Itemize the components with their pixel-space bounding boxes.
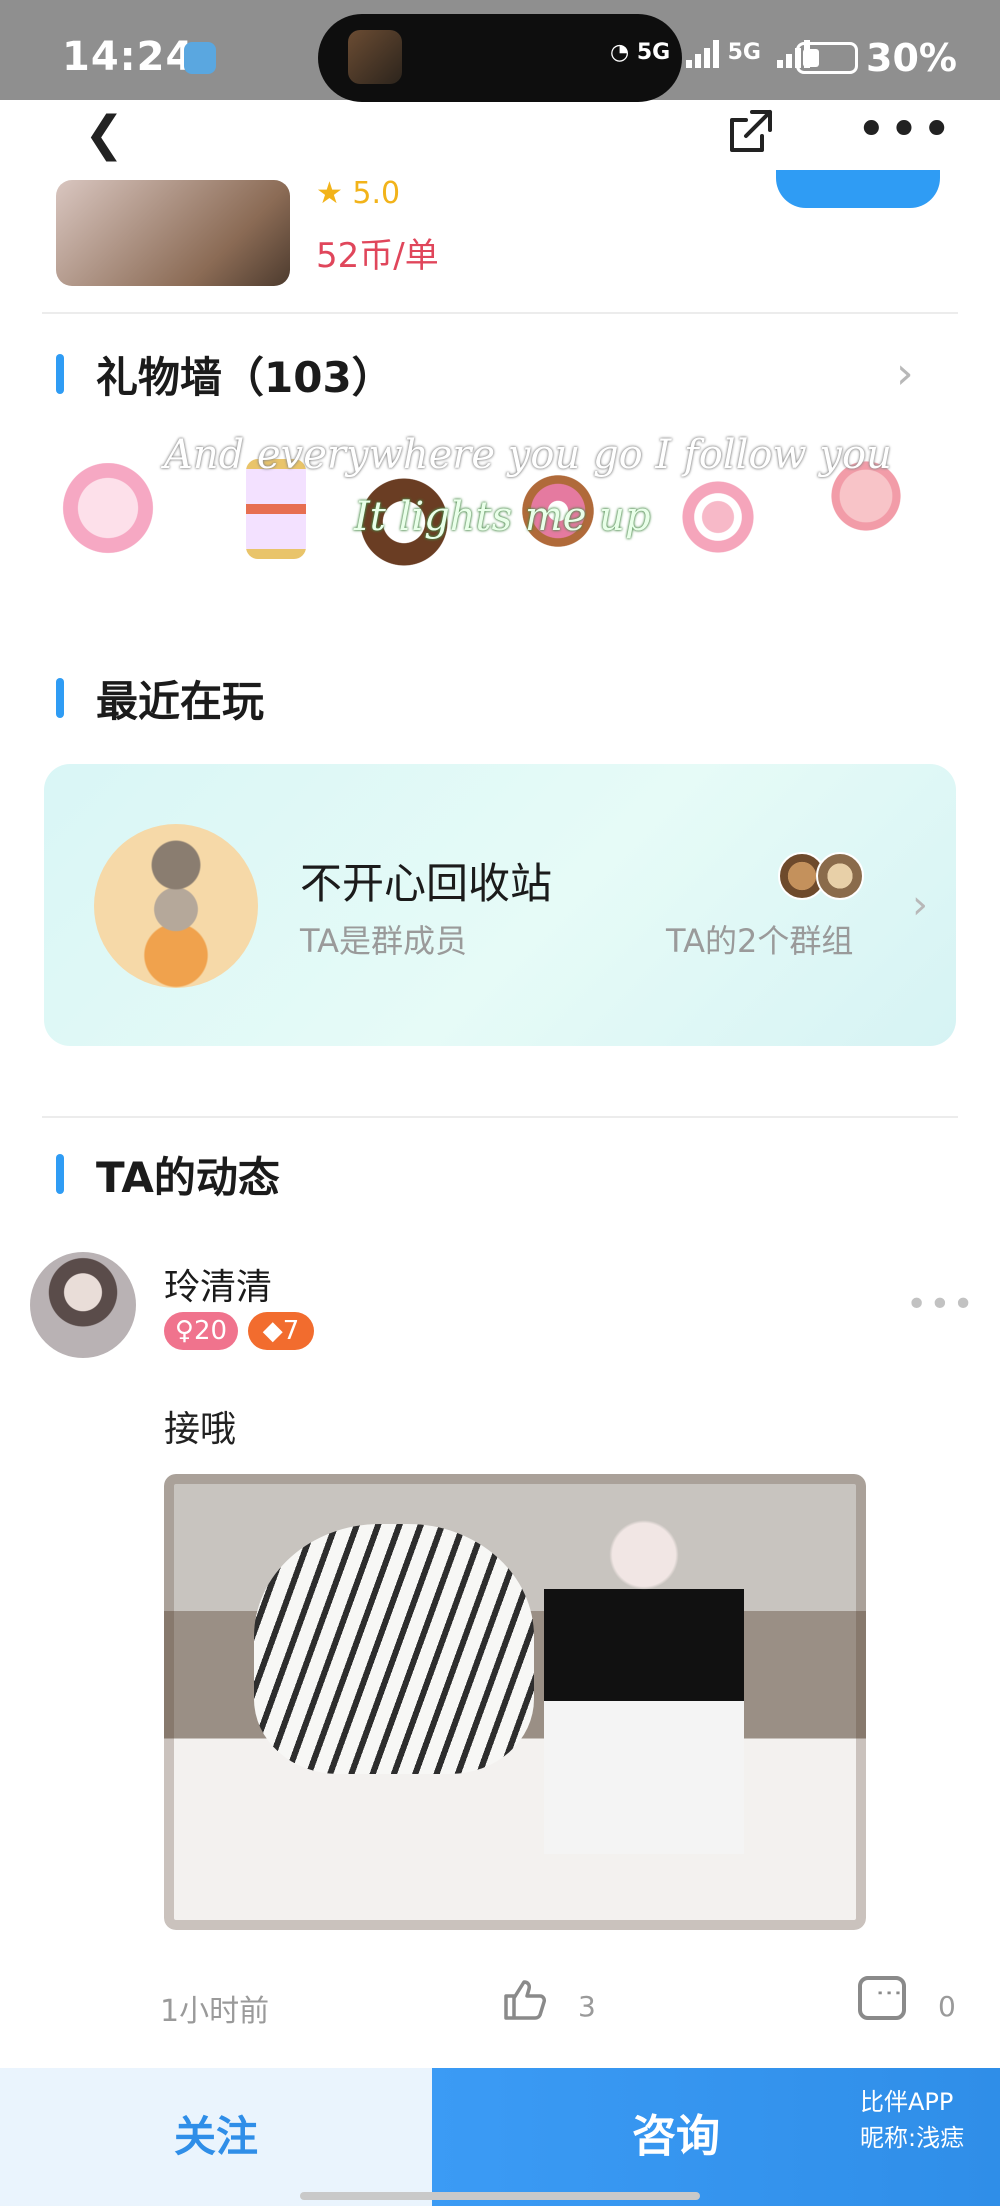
service-rating: ★ 5.0 <box>316 176 401 211</box>
group-role: TA是群成员 <box>300 922 467 960</box>
groups-count: TA的2个群组 <box>666 922 854 960</box>
author-name[interactable]: 玲清清 <box>164 1258 272 1310</box>
status-bar: 14:24 ◔ 5G 5G 30% <box>0 0 1000 102</box>
chevron-right-icon[interactable]: › <box>912 882 928 928</box>
divider <box>42 312 958 314</box>
author-avatar[interactable] <box>30 1252 136 1358</box>
live-activity-thumbnail <box>348 30 402 84</box>
watermark-nickname: 昵称:浅痣 <box>860 2124 965 2152</box>
gender-age-badge: ♀20 <box>164 1312 238 1350</box>
like-count: 3 <box>578 1990 596 2023</box>
chevron-right-icon[interactable]: › <box>896 348 914 399</box>
service-thumbnail <box>56 180 290 286</box>
group-member-avatars <box>778 852 868 904</box>
service-card[interactable]: ★ 5.0 52币/单 <box>0 170 1000 300</box>
posts-title: TA的动态 <box>56 1144 280 1205</box>
post-more-icon[interactable]: ••• <box>906 1284 976 1325</box>
battery-level: 30% <box>866 36 957 80</box>
watermark: 比伴APP 昵称:浅痣 <box>860 2084 964 2156</box>
gift-cake-roll-icon <box>678 467 778 567</box>
gift-wall-title[interactable]: 礼物墙（103） <box>56 344 394 405</box>
lyric-line-1: And everywhere you go I follow you <box>164 432 892 478</box>
chevron-left-icon[interactable]: ❮ <box>84 106 124 162</box>
order-button[interactable] <box>776 170 940 208</box>
level-badge: ◆7 <box>248 1312 314 1350</box>
bottom-action-bar: 关注 咨询 <box>0 2068 1000 2206</box>
watermark-app: 比伴APP <box>860 2088 954 2116</box>
divider <box>42 1116 958 1118</box>
network-label-2: 5G <box>727 40 761 65</box>
recently-playing-title: 最近在玩 <box>56 668 264 729</box>
more-dots-icon[interactable]: ••• <box>856 100 954 160</box>
lyric-line-2: It lights me up <box>354 494 651 540</box>
post-text: 接哦 <box>164 1409 237 1450</box>
post-time: 1小时前 <box>160 1994 270 2029</box>
network-label-1: 5G <box>636 40 671 65</box>
wifi-icon: ◔ <box>610 40 630 65</box>
status-icons: ◔ 5G 5G <box>610 38 811 68</box>
comment-icon[interactable] <box>858 1976 906 2020</box>
avatar <box>816 852 864 900</box>
group-avatar <box>94 824 258 988</box>
home-indicator[interactable] <box>300 2192 700 2200</box>
battery-icon <box>796 42 858 74</box>
service-price: 52币/单 <box>316 236 439 276</box>
thumbs-up-icon[interactable] <box>500 1976 548 2035</box>
comment-count: 0 <box>938 1990 956 2023</box>
post-image[interactable] <box>164 1474 866 1930</box>
gift-cat-icon <box>58 463 158 563</box>
notification-app-icon <box>184 42 216 74</box>
signal-icon <box>685 38 720 68</box>
status-time: 14:24 <box>62 34 195 80</box>
share-icon[interactable] <box>722 104 778 172</box>
group-name: 不开心回收站 <box>300 859 553 908</box>
image-frame <box>164 1474 866 1930</box>
follow-button[interactable]: 关注 <box>0 2068 432 2206</box>
group-card[interactable]: 不开心回收站 TA是群成员 TA的2个群组 › <box>44 764 956 1046</box>
